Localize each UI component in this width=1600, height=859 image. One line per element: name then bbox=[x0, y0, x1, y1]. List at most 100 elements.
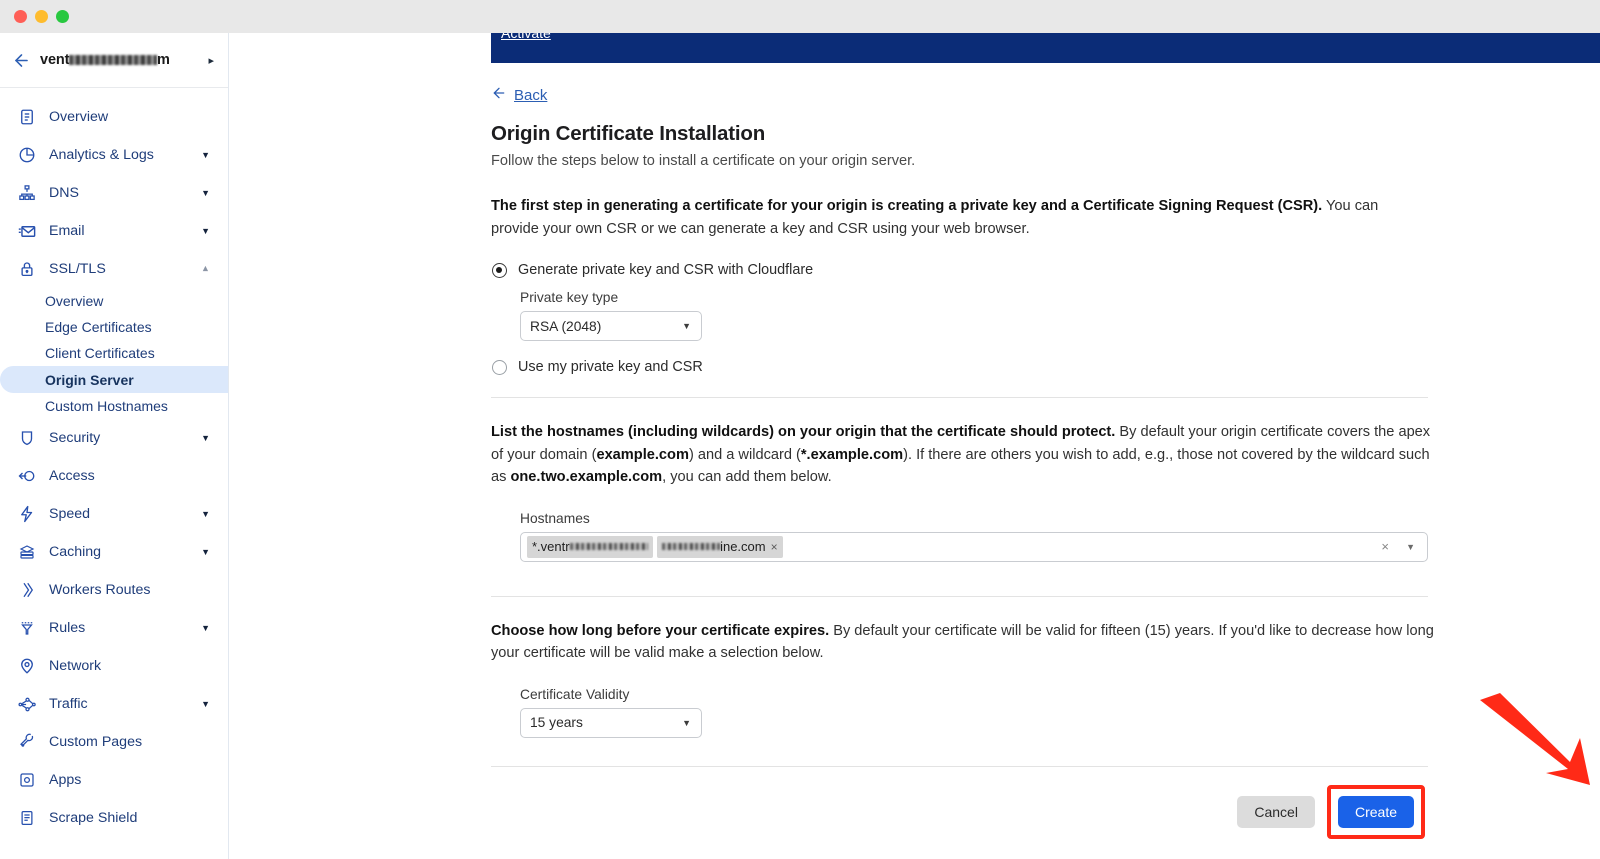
traffic-lights bbox=[14, 10, 69, 23]
origin-certificate-form: Back Origin Certificate Installation Fol… bbox=[491, 85, 1600, 839]
sidebar-item-label: SSL/TLS bbox=[49, 261, 106, 277]
hostnames-input[interactable]: *.ventrxxxxxxxxxxxx xxxxxxxxxine.com× × … bbox=[520, 531, 1428, 562]
chevron-right-icon[interactable]: ▸ bbox=[208, 54, 214, 67]
sidebar-item-rules[interactable]: Rules ▼ bbox=[0, 609, 228, 647]
clear-all-icon[interactable]: × bbox=[1381, 539, 1389, 554]
section2-description: List the hostnames (including wildcards)… bbox=[491, 421, 1431, 489]
sidebar-subitem-overview[interactable]: Overview bbox=[0, 288, 228, 314]
section2-rest-2: ) and a wildcard ( bbox=[688, 446, 801, 463]
activate-banner: Activate bbox=[491, 33, 1600, 63]
location-pin-icon bbox=[16, 655, 38, 677]
maximize-window-button[interactable] bbox=[56, 10, 69, 23]
lightning-icon bbox=[16, 503, 38, 525]
chevron-down-icon[interactable]: ▼ bbox=[1406, 542, 1415, 552]
sidebar-subitem-label: Origin Server bbox=[45, 371, 134, 388]
sidebar-item-label: Apps bbox=[49, 772, 82, 788]
chevron-down-icon: ▼ bbox=[682, 321, 691, 331]
traffic-nodes-icon bbox=[16, 693, 38, 715]
main-content: Activate Back Origin Certificate Install… bbox=[229, 33, 1600, 859]
sidebar-subitem-label: Edge Certificates bbox=[45, 319, 152, 335]
radio-option-own-key[interactable]: Use my private key and CSR bbox=[492, 359, 1600, 375]
sidebar-item-dns[interactable]: DNS ▼ bbox=[0, 174, 228, 212]
lock-icon bbox=[16, 258, 38, 280]
chevron-down-icon[interactable]: ▼ bbox=[201, 150, 210, 160]
close-icon[interactable]: × bbox=[771, 540, 778, 554]
sidebar-item-scrape-shield[interactable]: Scrape Shield bbox=[0, 799, 228, 837]
section3-bold-text: Choose how long before your certificate … bbox=[491, 622, 830, 639]
sidebar-item-label: Security bbox=[49, 430, 101, 446]
sidebar-item-caching[interactable]: Caching ▼ bbox=[0, 533, 228, 571]
sidebar: ventxxxxxxxxxxxm ▸ Overview Analytics & … bbox=[0, 33, 229, 859]
zone-selector[interactable]: ventxxxxxxxxxxxm ▸ bbox=[0, 33, 228, 88]
hostname-tag[interactable]: xxxxxxxxxine.com× bbox=[656, 535, 783, 558]
sidebar-subitem-origin-server[interactable]: Origin Server bbox=[0, 366, 228, 393]
certificate-validity-label: Certificate Validity bbox=[520, 686, 630, 702]
activate-link[interactable]: Activate bbox=[501, 33, 551, 41]
hostnames-group: Hostnames *.ventrxxxxxxxxxxxx xxxxxxxxxi… bbox=[520, 511, 1600, 562]
sidebar-subitem-custom-hostnames[interactable]: Custom Hostnames bbox=[0, 393, 228, 419]
form-actions: Cancel Create bbox=[491, 784, 1428, 839]
sidebar-subitem-client-certificates[interactable]: Client Certificates bbox=[0, 340, 228, 366]
chevron-down-icon[interactable]: ▼ bbox=[201, 188, 210, 198]
sidebar-subitem-label: Custom Hostnames bbox=[45, 398, 168, 414]
sidebar-item-security[interactable]: Security ▼ bbox=[0, 419, 228, 457]
sidebar-nav: Overview Analytics & Logs ▼ DNS ▼ Email … bbox=[0, 88, 228, 837]
access-key-icon bbox=[16, 465, 38, 487]
sidebar-item-apps[interactable]: Apps bbox=[0, 761, 228, 799]
section2-example-deep: one.two.example.com bbox=[510, 469, 663, 485]
section1-bold-text: The first step in generating a certifica… bbox=[491, 198, 1323, 214]
chevron-down-icon[interactable]: ▼ bbox=[201, 509, 210, 519]
certificate-validity-select[interactable]: 15 years ▼ bbox=[520, 707, 702, 738]
cancel-button[interactable]: Cancel bbox=[1237, 795, 1315, 828]
sidebar-item-analytics-and-logs[interactable]: Analytics & Logs ▼ bbox=[0, 136, 228, 174]
funnel-icon bbox=[16, 617, 38, 639]
hostnames-label: Hostnames bbox=[520, 510, 590, 526]
sidebar-item-overview[interactable]: Overview bbox=[0, 98, 228, 136]
section2-example-wildcard: *.example.com bbox=[800, 446, 904, 463]
page-subtitle: Follow the steps below to install a cert… bbox=[491, 153, 916, 169]
private-key-type-label: Private key type bbox=[520, 290, 619, 305]
sidebar-item-workers-routes[interactable]: Workers Routes bbox=[0, 571, 228, 609]
app-root: ventxxxxxxxxxxxm ▸ Overview Analytics & … bbox=[0, 33, 1600, 859]
chevron-down-icon: ▼ bbox=[682, 717, 691, 728]
private-key-type-select[interactable]: RSA (2048) ▼ bbox=[520, 311, 702, 341]
chevron-down-icon[interactable]: ▼ bbox=[201, 433, 210, 443]
close-window-button[interactable] bbox=[14, 10, 27, 23]
sidebar-item-email[interactable]: Email ▼ bbox=[0, 212, 228, 250]
hostname-tag[interactable]: *.ventrxxxxxxxxxxxx bbox=[527, 535, 653, 558]
create-button-highlight: Create bbox=[1326, 784, 1425, 839]
chevron-up-icon[interactable]: ▼ bbox=[201, 264, 210, 274]
zone-name: ventxxxxxxxxxxxm bbox=[40, 52, 170, 68]
sidebar-item-ssl-tls[interactable]: SSL/TLS ▼ bbox=[0, 250, 228, 288]
chevron-down-icon[interactable]: ▼ bbox=[201, 623, 210, 633]
create-button[interactable]: Create bbox=[1337, 795, 1414, 828]
apps-icon bbox=[16, 769, 38, 791]
sidebar-item-label: Speed bbox=[49, 506, 91, 522]
radio-own-key-indicator[interactable] bbox=[492, 359, 507, 375]
radio-generate-label: Generate private key and CSR with Cloudf… bbox=[518, 262, 814, 278]
arrow-left-icon bbox=[491, 85, 507, 105]
divider-2 bbox=[491, 595, 1428, 597]
sidebar-item-traffic[interactable]: Traffic ▼ bbox=[0, 685, 228, 723]
sidebar-item-access[interactable]: Access bbox=[0, 457, 228, 495]
back-link-label: Back bbox=[514, 86, 548, 104]
chevron-down-icon[interactable]: ▼ bbox=[201, 226, 210, 236]
sidebar-item-label: Email bbox=[49, 223, 85, 239]
sidebar-item-network[interactable]: Network bbox=[0, 647, 228, 685]
chevron-down-icon[interactable]: ▼ bbox=[201, 699, 210, 709]
sidebar-item-label: Overview bbox=[49, 109, 109, 125]
arrow-left-icon[interactable] bbox=[10, 49, 32, 71]
sidebar-subitem-edge-certificates[interactable]: Edge Certificates bbox=[0, 314, 228, 340]
private-key-type-value: RSA (2048) bbox=[530, 318, 602, 334]
minimize-window-button[interactable] bbox=[35, 10, 48, 23]
sidebar-item-speed[interactable]: Speed ▼ bbox=[0, 495, 228, 533]
clipboard-icon bbox=[16, 106, 38, 128]
sidebar-item-label: Rules bbox=[49, 620, 86, 636]
back-link[interactable]: Back bbox=[491, 85, 547, 105]
radio-option-generate[interactable]: Generate private key and CSR with Cloudf… bbox=[492, 262, 1600, 278]
sidebar-item-label: Custom Pages bbox=[49, 734, 143, 750]
certificate-validity-value: 15 years bbox=[530, 715, 583, 730]
radio-generate-indicator[interactable] bbox=[492, 262, 507, 278]
sidebar-item-custom-pages[interactable]: Custom Pages bbox=[0, 723, 228, 761]
chevron-down-icon[interactable]: ▼ bbox=[201, 547, 210, 557]
